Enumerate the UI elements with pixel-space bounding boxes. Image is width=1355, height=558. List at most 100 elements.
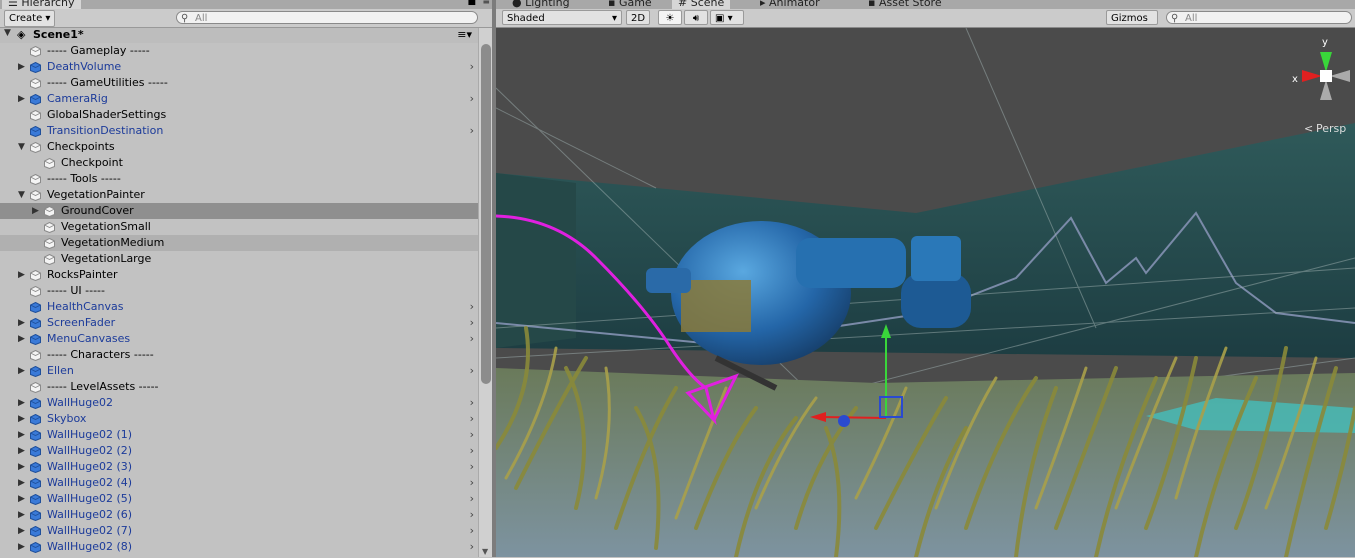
scene-search-input[interactable]: ⚲ All <box>1166 11 1352 24</box>
prefab-open-icon[interactable]: › <box>470 331 474 347</box>
hierarchy-row[interactable]: HealthCanvas › <box>0 299 478 315</box>
expand-right-icon[interactable]: ▶ <box>18 363 25 379</box>
hierarchy-row[interactable]: Checkpoint <box>0 155 478 171</box>
prefab-open-icon[interactable]: › <box>470 427 474 443</box>
hierarchy-row[interactable]: ----- Characters ----- <box>0 347 478 363</box>
hierarchy-row[interactable]: ▶ WallHuge02 (8) › <box>0 539 478 555</box>
tab-asset-store[interactable]: ▪ Asset Store <box>862 0 948 9</box>
prefab-open-icon[interactable]: › <box>470 59 474 75</box>
prefab-open-icon[interactable]: › <box>470 299 474 315</box>
hierarchy-row[interactable]: ----- LevelAssets ----- <box>0 379 478 395</box>
expand-right-icon[interactable]: ▶ <box>18 491 25 507</box>
hierarchy-search-input[interactable]: ⚲ All <box>176 11 478 24</box>
prefab-cube-icon <box>30 317 41 330</box>
tab-game[interactable]: ▪ Game <box>602 0 658 9</box>
hierarchy-row[interactable]: ▶ WallHuge02 (3) › <box>0 459 478 475</box>
hierarchy-row[interactable]: ----- UI ----- <box>0 283 478 299</box>
hierarchy-row-label: Checkpoint <box>61 156 123 169</box>
prefab-cube-icon <box>30 365 41 378</box>
expand-right-icon[interactable]: ▶ <box>18 523 25 539</box>
hierarchy-row[interactable]: ▶ WallHuge02 › <box>0 395 478 411</box>
expand-right-icon[interactable]: ▶ <box>18 267 25 283</box>
toggle-2d-button[interactable]: 2D <box>626 10 650 25</box>
hierarchy-row[interactable]: ▶ Ellen › <box>0 363 478 379</box>
expand-right-icon[interactable]: ▶ <box>32 203 39 219</box>
hierarchy-row[interactable]: TransitionDestination › <box>0 123 478 139</box>
prefab-open-icon[interactable]: › <box>470 443 474 459</box>
expand-right-icon[interactable]: ▶ <box>18 443 25 459</box>
expand-down-icon[interactable]: ▼ <box>18 187 25 203</box>
expand-right-icon[interactable]: ▶ <box>18 411 25 427</box>
tab-animator[interactable]: ▸ Animator <box>754 0 826 9</box>
hierarchy-row[interactable]: ▶ WallHuge02 (6) › <box>0 507 478 523</box>
prefab-open-icon[interactable]: › <box>470 491 474 507</box>
gizmos-dropdown[interactable]: Gizmos ▾ <box>1106 10 1158 39</box>
prefab-open-icon[interactable]: › <box>470 459 474 475</box>
hierarchy-scrollbar[interactable]: ▼ <box>478 28 493 557</box>
scrollbar-thumb[interactable] <box>481 44 491 384</box>
hierarchy-row[interactable]: ▶ MenuCanvases › <box>0 331 478 347</box>
prefab-open-icon[interactable]: › <box>470 411 474 427</box>
prefab-open-icon[interactable]: › <box>470 91 474 107</box>
hierarchy-row[interactable]: ----- Tools ----- <box>0 171 478 187</box>
expand-right-icon[interactable]: ▶ <box>18 59 25 75</box>
tab-hierarchy[interactable]: ☰ Hierarchy <box>2 0 81 9</box>
expand-down-icon[interactable]: ▼ <box>18 139 25 155</box>
hierarchy-row[interactable]: VegetationMedium <box>0 235 478 251</box>
prefab-open-icon[interactable]: › <box>470 395 474 411</box>
hierarchy-row[interactable]: ▶ WallHuge02 (4) › <box>0 475 478 491</box>
persp-label[interactable]: Persp <box>1316 122 1346 135</box>
hierarchy-row[interactable]: VegetationLarge <box>0 251 478 267</box>
expand-right-icon[interactable]: ▶ <box>18 315 25 331</box>
hierarchy-row[interactable]: ----- Gameplay ----- <box>0 43 478 59</box>
prefab-open-icon[interactable]: › <box>470 315 474 331</box>
prefab-open-icon[interactable]: › <box>470 363 474 379</box>
hierarchy-row[interactable]: ▶ WallHuge02 (2) › <box>0 443 478 459</box>
create-button[interactable]: Create ▾ <box>4 10 56 27</box>
tab-scene-label: Scene <box>690 0 725 9</box>
prefab-open-icon[interactable]: › <box>470 539 474 555</box>
expand-right-icon[interactable]: ▶ <box>18 459 25 475</box>
prefab-open-icon[interactable]: › <box>470 475 474 491</box>
scene-header[interactable]: ▼ ◈ Scene1* ≡▾ <box>0 28 478 43</box>
expand-right-icon[interactable]: ▶ <box>18 91 25 107</box>
hierarchy-row-label: ----- Gameplay ----- <box>47 44 150 57</box>
scroll-down-icon[interactable]: ▼ <box>482 547 488 556</box>
hierarchy-row[interactable]: ▼ Checkpoints <box>0 139 478 155</box>
prefab-open-icon[interactable]: › <box>470 507 474 523</box>
expand-right-icon[interactable]: ▶ <box>18 395 25 411</box>
tab-scene[interactable]: # Scene <box>672 0 731 9</box>
tab-lighting[interactable]: ● Lighting <box>506 0 576 9</box>
speaker-icon: 🔊︎ <box>692 13 700 24</box>
hierarchy-row[interactable]: ▶ WallHuge02 (5) › <box>0 491 478 507</box>
effects-dropdown[interactable]: ▣ ▾ <box>710 10 744 25</box>
hierarchy-row[interactable]: ▶ Skybox › <box>0 411 478 427</box>
panel-menu-icon[interactable]: ≡ <box>482 0 490 7</box>
audio-toggle-button[interactable]: 🔊︎ <box>684 10 708 25</box>
scene-menu-icon[interactable]: ≡▾ <box>457 28 472 41</box>
scene-viewport[interactable]: y x < Persp <box>496 28 1355 557</box>
hierarchy-row[interactable]: ▶ DeathVolume › <box>0 59 478 75</box>
hierarchy-row[interactable]: ▶ RocksPainter <box>0 267 478 283</box>
hierarchy-row[interactable]: ▶ WallHuge02 (1) › <box>0 427 478 443</box>
lock-icon[interactable]: ■ <box>467 0 476 7</box>
expand-right-icon[interactable]: ▶ <box>18 539 25 555</box>
hierarchy-row[interactable]: ----- GameUtilities ----- <box>0 75 478 91</box>
expand-right-icon[interactable]: ▶ <box>18 507 25 523</box>
hierarchy-row[interactable]: ▼ VegetationPainter <box>0 187 478 203</box>
hierarchy-row[interactable]: GlobalShaderSettings <box>0 107 478 123</box>
hierarchy-row[interactable]: VegetationSmall <box>0 219 478 235</box>
lighting-toggle-button[interactable]: ☀ <box>658 10 682 25</box>
hierarchy-row[interactable]: ▶ WallHuge02 (7) › <box>0 523 478 539</box>
shading-mode-dropdown[interactable]: Shaded ▾ <box>502 10 622 25</box>
expand-right-icon[interactable]: ▶ <box>18 475 25 491</box>
hierarchy-row[interactable]: ▶ ScreenFader › <box>0 315 478 331</box>
expand-right-icon[interactable]: ▶ <box>18 331 25 347</box>
hierarchy-row[interactable]: ▶ CameraRig › <box>0 91 478 107</box>
expand-right-icon[interactable]: ▶ <box>18 427 25 443</box>
scene-expand-arrow[interactable]: ▼ <box>4 28 11 38</box>
hierarchy-row[interactable]: ▶ GroundCover <box>0 203 478 219</box>
prefab-open-icon[interactable]: › <box>470 123 474 139</box>
prefab-open-icon[interactable]: › <box>470 523 474 539</box>
hierarchy-row-label: WallHuge02 (4) <box>47 476 133 489</box>
